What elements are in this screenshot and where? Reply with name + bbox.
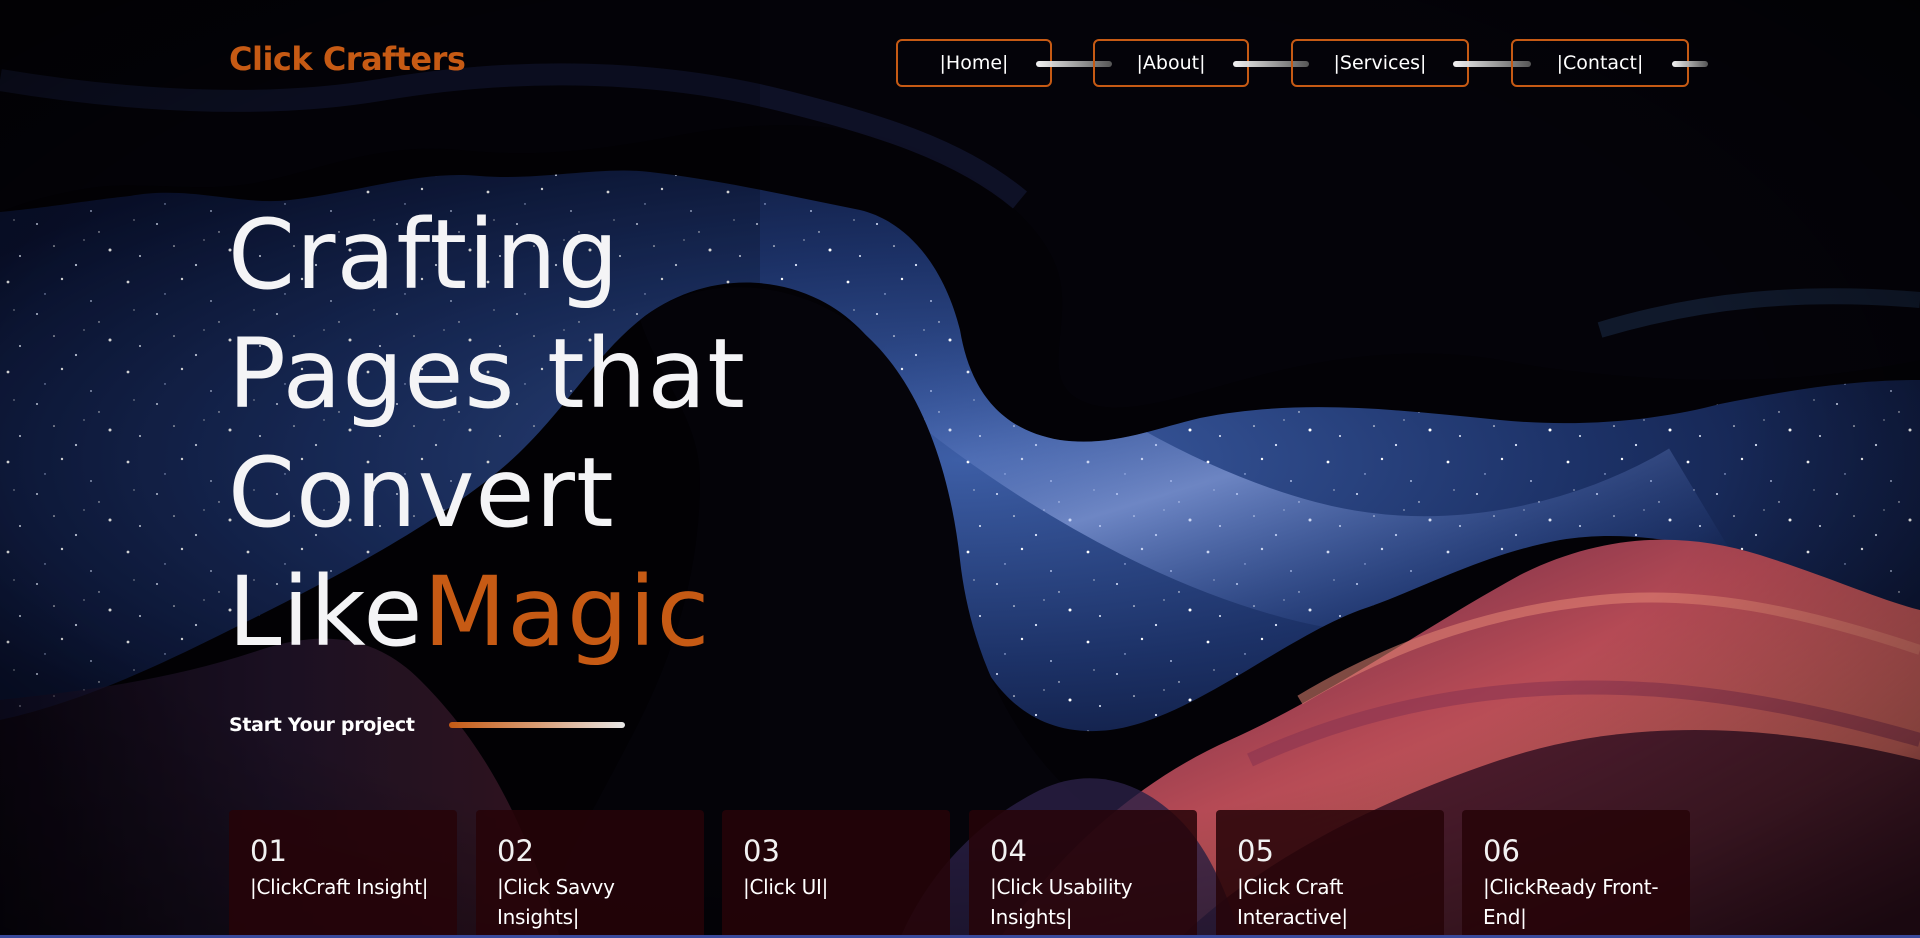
card-number: 06 — [1483, 834, 1520, 868]
brand-logo[interactable]: Click Crafters — [229, 40, 466, 78]
card-number: 05 — [1237, 834, 1274, 868]
nav-home[interactable]: |Home| — [896, 39, 1052, 87]
service-card[interactable]: 03 |Click UI| — [722, 810, 950, 938]
start-project-label[interactable]: Start Your project — [229, 714, 415, 736]
nav-connector — [1672, 61, 1708, 67]
card-number: 04 — [990, 834, 1027, 868]
card-title: |ClickReady Front-End| — [1483, 875, 1659, 929]
cta-underline-decoration — [448, 722, 625, 728]
nav-about[interactable]: |About| — [1093, 39, 1249, 87]
card-number: 02 — [497, 834, 534, 868]
hero-title: Crafting Pages that Convert LikeMagic — [228, 196, 746, 672]
card-number: 01 — [250, 834, 287, 868]
card-title: |Click Craft Interactive| — [1237, 875, 1348, 929]
hero-title-line: Pages that — [228, 318, 746, 430]
hero-title-line: Crafting — [228, 199, 620, 311]
hero-title-line: Convert — [228, 437, 615, 549]
card-title: |Click Savvy Insights| — [497, 875, 615, 929]
nav-contact[interactable]: |Contact| — [1511, 39, 1689, 87]
service-cards: 01 |ClickCraft Insight| 02 |Click Savvy … — [229, 810, 1690, 938]
service-card[interactable]: 01 |ClickCraft Insight| — [229, 810, 457, 938]
hero-title-line: LikeMagic — [228, 553, 746, 672]
start-project-link[interactable]: Start Your project — [229, 714, 625, 736]
card-title: |Click UI| — [743, 875, 829, 899]
card-title: |ClickCraft Insight| — [250, 875, 429, 899]
service-card[interactable]: 02 |Click Savvy Insights| — [476, 810, 704, 938]
service-card[interactable]: 05 |Click Craft Interactive| — [1216, 810, 1444, 938]
service-card[interactable]: 04 |Click Usability Insights| — [969, 810, 1197, 938]
hero-title-plain: Like — [228, 556, 424, 668]
card-title: |Click Usability Insights| — [990, 875, 1133, 929]
service-card[interactable]: 06 |ClickReady Front-End| — [1462, 810, 1690, 938]
card-number: 03 — [743, 834, 780, 868]
main-nav: |Home| |About| |Services| |Contact| — [896, 39, 1712, 91]
landing-page: Click Crafters |Home| |About| |Services|… — [0, 0, 1920, 938]
hero-title-accent: Magic — [423, 556, 711, 668]
nav-services[interactable]: |Services| — [1291, 39, 1469, 87]
